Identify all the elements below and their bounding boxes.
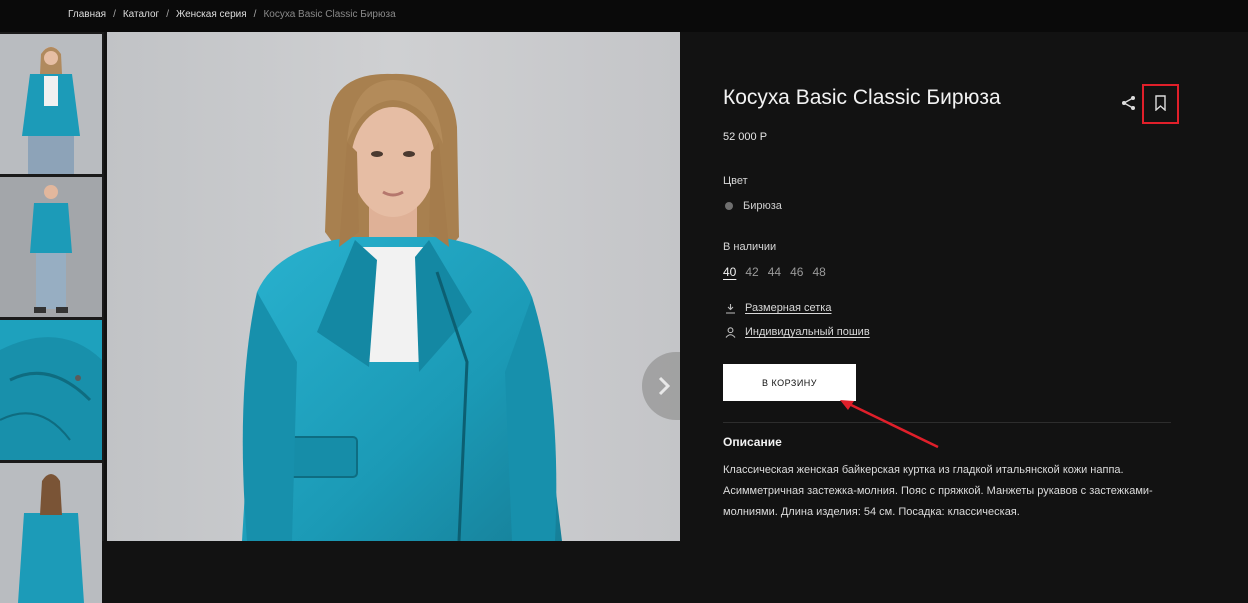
- size-option-44[interactable]: 44: [768, 265, 781, 279]
- main-product-image[interactable]: [107, 32, 680, 541]
- description-title: Описание: [723, 435, 782, 449]
- description-text: Классическая женская байкерская куртка и…: [723, 464, 1153, 518]
- breadcrumb: Главная / Каталог / Женская серия / Косуха Bas…: [68, 9, 396, 20]
- thumbnail-2[interactable]: [0, 177, 102, 317]
- size-chart-link[interactable]: Размерная сетка: [725, 302, 831, 314]
- top-bar: Главная / Каталог / Женская серия / Косуха Bas…: [0, 0, 1248, 32]
- color-swatch: [725, 202, 733, 210]
- bookmark-icon: [1155, 95, 1166, 111]
- breadcrumb-separator: /: [253, 9, 257, 20]
- size-option-48[interactable]: 48: [812, 265, 825, 279]
- breadcrumb-home[interactable]: Главная: [68, 9, 106, 20]
- size-option-46[interactable]: 46: [790, 265, 803, 279]
- size-option-42[interactable]: 42: [745, 265, 758, 279]
- product-info-panel: Косуха Basic Classic Бирюза 52 000 Р Цве…: [680, 32, 1248, 541]
- color-label: Цвет: [723, 175, 748, 187]
- chevron-right-icon: [658, 376, 670, 396]
- custom-tailoring-link-label: Индивидуальный пошив: [745, 326, 870, 338]
- ruler-icon: [726, 303, 735, 314]
- add-to-cart-button[interactable]: В КОРЗИНУ: [723, 364, 856, 401]
- thumbnail-3[interactable]: [0, 320, 102, 460]
- size-option-40[interactable]: 40: [723, 265, 736, 279]
- breadcrumb-current: Косуха Basic Classic Бирюза: [263, 9, 396, 20]
- share-button[interactable]: [1121, 95, 1137, 116]
- breadcrumb-separator: /: [166, 9, 169, 20]
- share-icon: [1122, 96, 1135, 110]
- bookmark-button[interactable]: [1142, 84, 1179, 124]
- breadcrumb-separator: /: [113, 9, 116, 20]
- custom-tailoring-link[interactable]: Индивидуальный пошив: [725, 326, 870, 338]
- size-selector: 40 42 44 46 48: [723, 265, 826, 279]
- product-title: Косуха Basic Classic Бирюза: [723, 86, 1001, 109]
- breadcrumb-women-series[interactable]: Женская серия: [176, 9, 247, 20]
- thumbnail-strip: [0, 32, 104, 603]
- color-option[interactable]: Бирюза: [725, 200, 782, 212]
- thumbnail-1[interactable]: [0, 34, 102, 174]
- breadcrumb-catalog[interactable]: Каталог: [123, 9, 159, 20]
- divider: [723, 422, 1171, 423]
- color-value: Бирюза: [743, 200, 782, 212]
- size-chart-link-label: Размерная сетка: [745, 302, 832, 314]
- person-icon: [725, 326, 736, 338]
- stock-label: В наличии: [723, 241, 777, 253]
- thumbnail-4[interactable]: [0, 463, 102, 603]
- product-price: 52 000 Р: [723, 131, 768, 143]
